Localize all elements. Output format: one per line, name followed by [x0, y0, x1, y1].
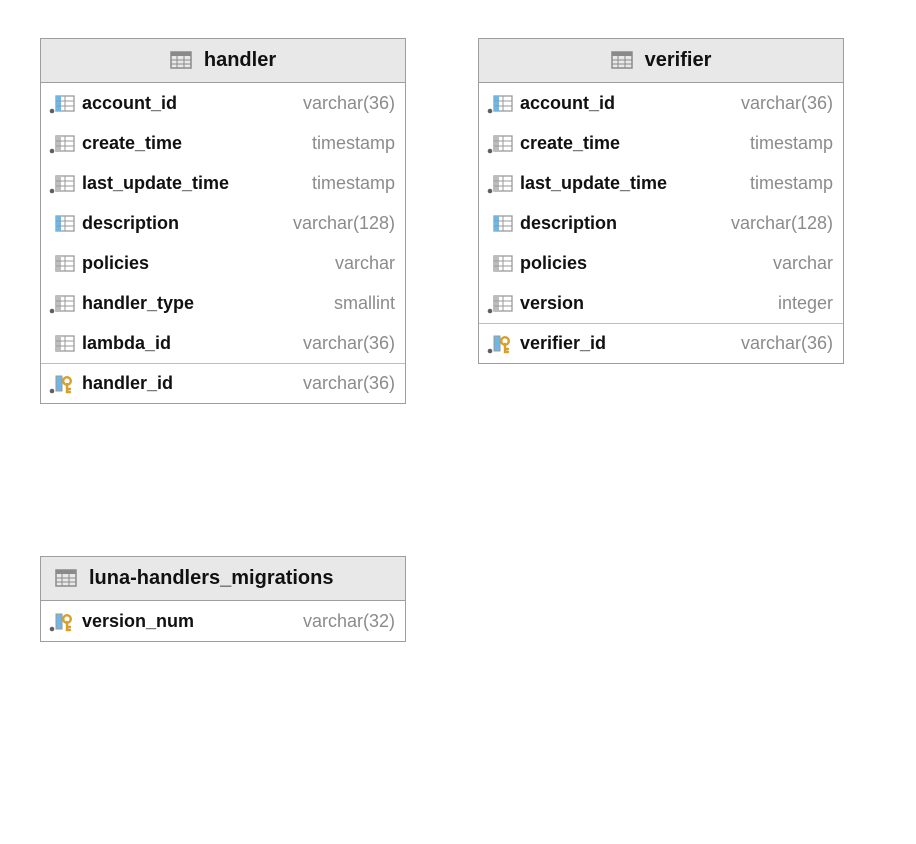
table-title: verifier: [645, 49, 712, 72]
column-name: lambda_id: [82, 333, 171, 354]
column-icon: [49, 254, 75, 274]
column-type: timestamp: [750, 173, 833, 194]
column-icon: [487, 214, 513, 234]
column-icon: [49, 214, 75, 234]
column-icon: [49, 334, 75, 354]
key-icon: [49, 612, 75, 632]
column-row: create_time timestamp: [41, 123, 405, 163]
column-name: policies: [520, 253, 587, 274]
column-name: version: [520, 293, 584, 314]
primary-key-row: version_num varchar(32): [41, 601, 405, 641]
column-row: description varchar(128): [41, 203, 405, 243]
column-row: policies varchar: [41, 243, 405, 283]
column-row: last_update_time timestamp: [41, 163, 405, 203]
column-type: varchar: [773, 253, 833, 274]
column-name: policies: [82, 253, 149, 274]
column-type: timestamp: [312, 173, 395, 194]
column-name: create_time: [520, 133, 620, 154]
column-name: handler_type: [82, 293, 194, 314]
column-name: account_id: [82, 93, 177, 114]
column-row: policies varchar: [479, 243, 843, 283]
table-header: handler: [41, 39, 405, 83]
column-type: varchar(36): [741, 93, 833, 114]
column-icon: [49, 94, 75, 114]
column-row: version integer: [479, 283, 843, 323]
primary-key-row: verifier_id varchar(36): [479, 323, 843, 363]
column-name: handler_id: [82, 373, 173, 394]
table-icon: [611, 51, 637, 71]
column-list: account_id varchar(36) create_time times…: [479, 83, 843, 363]
column-type: varchar(128): [731, 213, 833, 234]
column-row: description varchar(128): [479, 203, 843, 243]
column-icon: [49, 174, 75, 194]
column-row: handler_type smallint: [41, 283, 405, 323]
column-type: varchar(128): [293, 213, 395, 234]
column-row: create_time timestamp: [479, 123, 843, 163]
column-type: varchar(36): [303, 333, 395, 354]
column-row: last_update_time timestamp: [479, 163, 843, 203]
column-icon: [487, 134, 513, 154]
column-type: timestamp: [312, 133, 395, 154]
table-header: luna-handlers_migrations: [41, 557, 405, 601]
key-icon: [49, 374, 75, 394]
column-row: account_id varchar(36): [479, 83, 843, 123]
column-type: varchar(32): [303, 611, 395, 632]
column-name: last_update_time: [520, 173, 667, 194]
column-type: timestamp: [750, 133, 833, 154]
column-icon: [49, 134, 75, 154]
column-type: varchar(36): [303, 373, 395, 394]
column-icon: [487, 294, 513, 314]
primary-key-row: handler_id varchar(36): [41, 363, 405, 403]
column-row: account_id varchar(36): [41, 83, 405, 123]
column-row: lambda_id varchar(36): [41, 323, 405, 363]
table-entity-handler: handler account_id varchar(36) create_ti…: [40, 38, 406, 404]
column-name: description: [82, 213, 179, 234]
column-type: varchar(36): [741, 333, 833, 354]
column-list: version_num varchar(32): [41, 601, 405, 641]
column-name: verifier_id: [520, 333, 606, 354]
table-header: verifier: [479, 39, 843, 83]
column-name: account_id: [520, 93, 615, 114]
column-icon: [487, 254, 513, 274]
column-type: varchar(36): [303, 93, 395, 114]
column-icon: [487, 174, 513, 194]
column-type: smallint: [334, 293, 395, 314]
table-icon: [55, 569, 81, 589]
column-type: integer: [778, 293, 833, 314]
table-title: handler: [204, 49, 276, 72]
table-entity-migrations: luna-handlers_migrations version_num var…: [40, 556, 406, 642]
column-name: create_time: [82, 133, 182, 154]
column-list: account_id varchar(36) create_time times…: [41, 83, 405, 403]
column-type: varchar: [335, 253, 395, 274]
table-icon: [170, 51, 196, 71]
column-name: version_num: [82, 611, 194, 632]
key-icon: [487, 334, 513, 354]
column-name: last_update_time: [82, 173, 229, 194]
column-name: description: [520, 213, 617, 234]
column-icon: [487, 94, 513, 114]
column-icon: [49, 294, 75, 314]
table-entity-verifier: verifier account_id varchar(36) create_t…: [478, 38, 844, 364]
table-title: luna-handlers_migrations: [89, 567, 334, 590]
